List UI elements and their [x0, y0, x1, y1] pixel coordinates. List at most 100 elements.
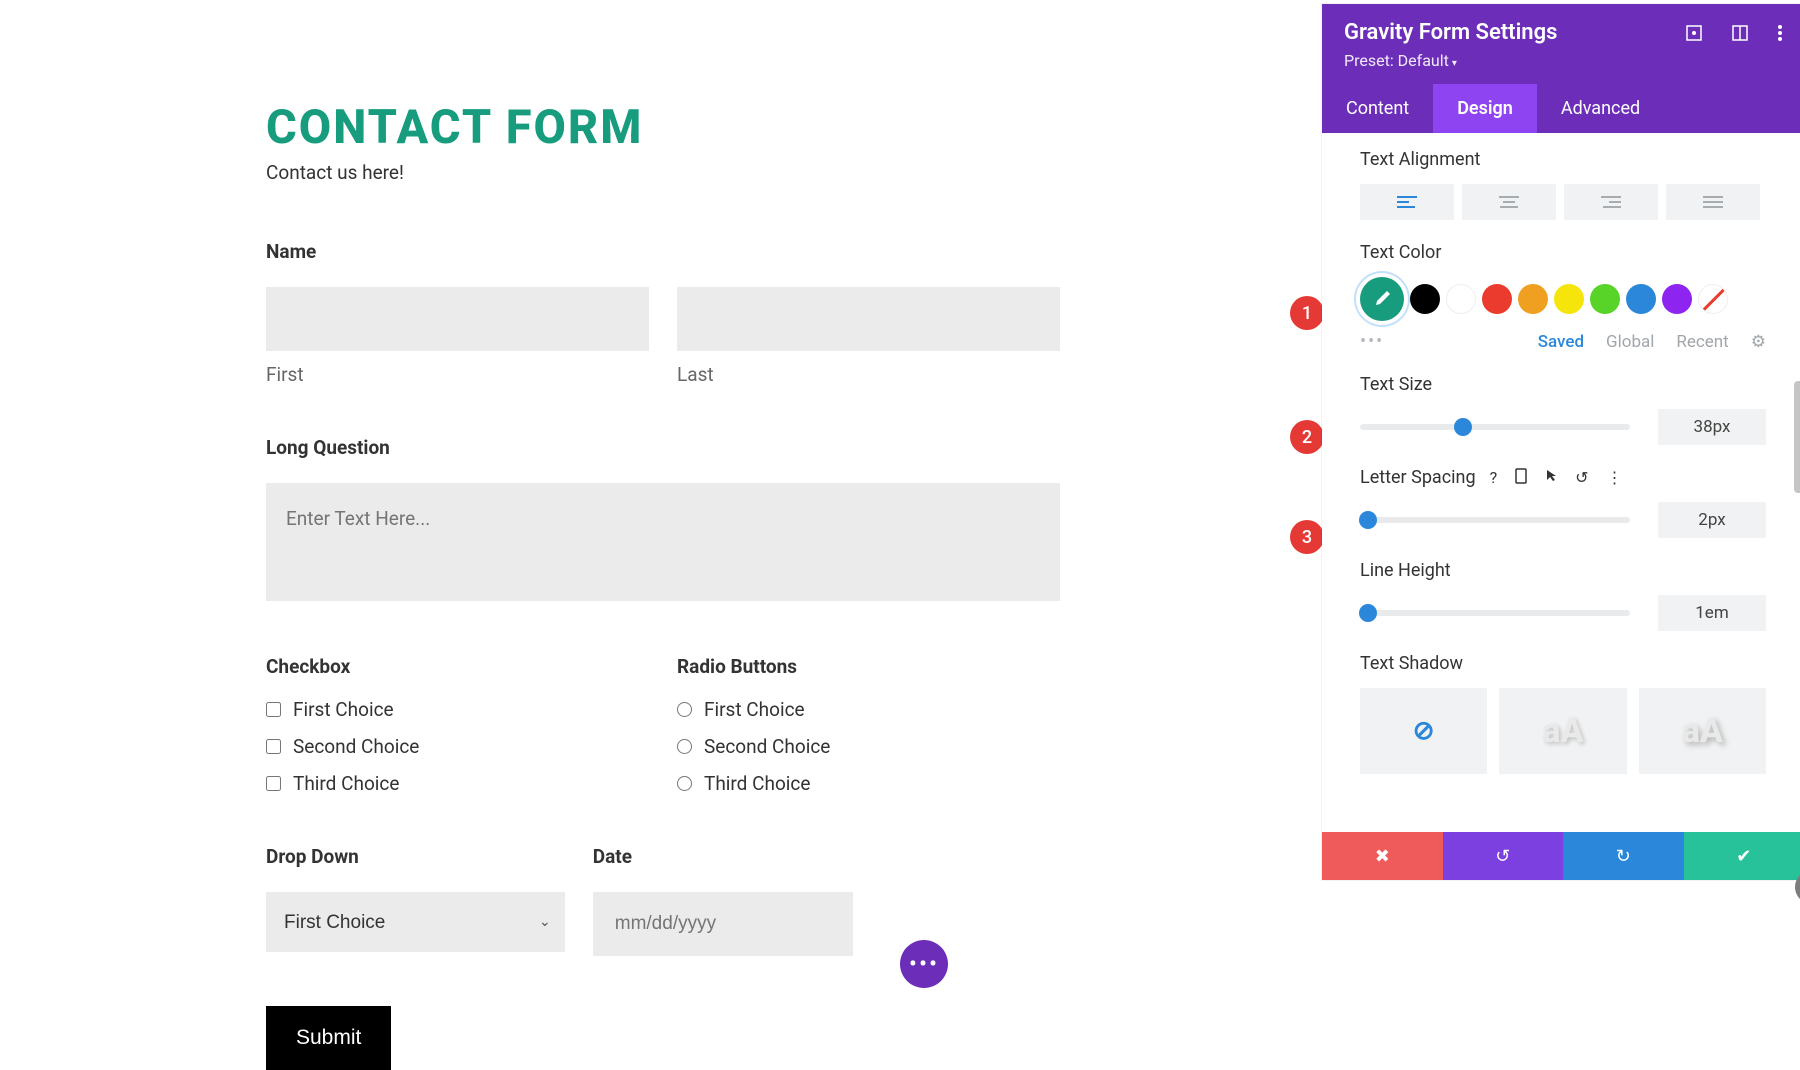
- checkbox-label: Checkbox: [266, 655, 649, 678]
- color-swatch[interactable]: [1518, 284, 1548, 314]
- dropdown-select[interactable]: First Choice: [266, 892, 565, 952]
- text-shadow-option[interactable]: aA: [1639, 688, 1766, 774]
- first-sublabel: First: [266, 363, 649, 386]
- tab-design[interactable]: Design: [1433, 84, 1537, 133]
- scrollbar-thumb[interactable]: [1794, 381, 1800, 493]
- align-justify-button[interactable]: [1666, 184, 1760, 220]
- panel-header: Gravity Form Settings Preset: Default▾: [1322, 4, 1800, 84]
- date-input[interactable]: [593, 892, 853, 956]
- color-swatch[interactable]: [1626, 284, 1656, 314]
- none-icon: ⊘: [1413, 716, 1435, 746]
- text-size-value[interactable]: 38px: [1658, 409, 1766, 445]
- last-name-input[interactable]: [677, 287, 1060, 351]
- redo-button[interactable]: ↻: [1563, 832, 1684, 880]
- checkbox-input[interactable]: [266, 776, 281, 791]
- line-height-label: Line Height: [1360, 560, 1766, 581]
- text-size-slider[interactable]: [1360, 424, 1630, 430]
- redo-icon: ↻: [1616, 846, 1631, 867]
- align-right-button[interactable]: [1564, 184, 1658, 220]
- color-swatch[interactable]: [1410, 284, 1440, 314]
- close-icon: ✖: [1375, 846, 1390, 867]
- radio-input[interactable]: [677, 739, 692, 754]
- callout-badge-1: 1: [1290, 296, 1324, 330]
- form-subtitle: Contact us here!: [266, 161, 1060, 184]
- undo-button[interactable]: ↺: [1443, 832, 1564, 880]
- preset-selector[interactable]: Preset: Default▾: [1344, 51, 1782, 70]
- panel-footer: ✖ ↺ ↻ ✔: [1322, 832, 1800, 880]
- color-swatch-none[interactable]: [1698, 284, 1728, 314]
- undo-icon: ↺: [1495, 846, 1510, 867]
- reset-icon[interactable]: ↺: [1575, 468, 1588, 487]
- slider-thumb[interactable]: [1359, 604, 1377, 622]
- text-shadow-none[interactable]: ⊘: [1360, 688, 1487, 774]
- kebab-menu-icon[interactable]: ⋮: [1607, 468, 1623, 487]
- kebab-menu-icon[interactable]: [1778, 25, 1782, 41]
- long-question-label: Long Question: [266, 436, 1060, 459]
- color-swatch[interactable]: [1590, 284, 1620, 314]
- hover-icon[interactable]: [1545, 468, 1557, 487]
- mobile-icon[interactable]: [1515, 468, 1527, 487]
- checkbox-choice[interactable]: First Choice: [266, 698, 649, 721]
- text-alignment-label: Text Alignment: [1360, 149, 1766, 170]
- tab-advanced[interactable]: Advanced: [1537, 84, 1664, 133]
- radio-input[interactable]: [677, 776, 692, 791]
- color-swatch-selected[interactable]: [1360, 277, 1404, 321]
- color-swatch[interactable]: [1482, 284, 1512, 314]
- letter-spacing-slider[interactable]: [1360, 517, 1630, 523]
- eyedropper-icon: [1372, 289, 1392, 309]
- cancel-button[interactable]: ✖: [1322, 832, 1443, 880]
- checkbox-choice[interactable]: Second Choice: [266, 735, 649, 758]
- gear-icon[interactable]: ⚙: [1751, 332, 1766, 352]
- long-question-textarea[interactable]: [266, 483, 1060, 601]
- more-colors-icon[interactable]: •••: [1360, 331, 1384, 352]
- radio-choice[interactable]: First Choice: [677, 698, 1060, 721]
- help-icon[interactable]: ?: [1490, 468, 1498, 487]
- radio-label: Radio Buttons: [677, 655, 1060, 678]
- date-label: Date: [593, 845, 853, 868]
- slider-thumb[interactable]: [1454, 418, 1472, 436]
- name-label: Name: [266, 240, 1060, 263]
- text-size-label: Text Size: [1360, 374, 1766, 395]
- check-icon: ✔: [1736, 846, 1751, 867]
- first-name-input[interactable]: [266, 287, 649, 351]
- radio-input[interactable]: [677, 702, 692, 717]
- swatch-tab-saved[interactable]: Saved: [1538, 332, 1584, 352]
- slider-thumb[interactable]: [1359, 511, 1377, 529]
- color-swatch[interactable]: [1446, 284, 1476, 314]
- letter-spacing-value[interactable]: 2px: [1658, 502, 1766, 538]
- letter-spacing-label: Letter Spacing: [1360, 467, 1476, 488]
- panel-title: Gravity Form Settings: [1344, 20, 1557, 45]
- checkbox-input[interactable]: [266, 702, 281, 717]
- tab-content[interactable]: Content: [1322, 84, 1433, 133]
- color-swatch[interactable]: [1554, 284, 1584, 314]
- panel-body: Text Alignment Text Color: [1322, 133, 1800, 832]
- settings-panel: Gravity Form Settings Preset: Default▾ C…: [1322, 4, 1800, 880]
- callout-badge-2: 2: [1290, 420, 1324, 454]
- form-title: CONTACT FORM: [266, 100, 1060, 155]
- last-sublabel: Last: [677, 363, 1060, 386]
- panel-tabs: Content Design Advanced: [1322, 84, 1800, 133]
- color-swatch[interactable]: [1662, 284, 1692, 314]
- radio-choice[interactable]: Third Choice: [677, 772, 1060, 795]
- text-shadow-option[interactable]: aA: [1499, 688, 1626, 774]
- callout-badge-3: 3: [1290, 520, 1324, 554]
- text-color-label: Text Color: [1360, 242, 1766, 263]
- align-center-button[interactable]: [1462, 184, 1556, 220]
- dropdown-label: Drop Down: [266, 845, 565, 868]
- swatch-tab-recent[interactable]: Recent: [1676, 332, 1728, 352]
- expand-icon[interactable]: [1686, 25, 1702, 41]
- line-height-value[interactable]: 1em: [1658, 595, 1766, 631]
- line-height-slider[interactable]: [1360, 610, 1630, 616]
- checkbox-choice[interactable]: Third Choice: [266, 772, 649, 795]
- caret-down-icon: ▾: [1452, 58, 1457, 69]
- save-button[interactable]: ✔: [1684, 832, 1800, 880]
- more-actions-fab[interactable]: •••: [900, 940, 948, 988]
- swatch-tab-global[interactable]: Global: [1606, 332, 1654, 352]
- radio-choice[interactable]: Second Choice: [677, 735, 1060, 758]
- columns-icon[interactable]: [1732, 25, 1748, 41]
- submit-button[interactable]: Submit: [266, 1006, 391, 1070]
- checkbox-input[interactable]: [266, 739, 281, 754]
- align-left-button[interactable]: [1360, 184, 1454, 220]
- form-preview: CONTACT FORM Contact us here! Name First…: [0, 0, 1060, 1070]
- text-shadow-label: Text Shadow: [1360, 653, 1766, 674]
